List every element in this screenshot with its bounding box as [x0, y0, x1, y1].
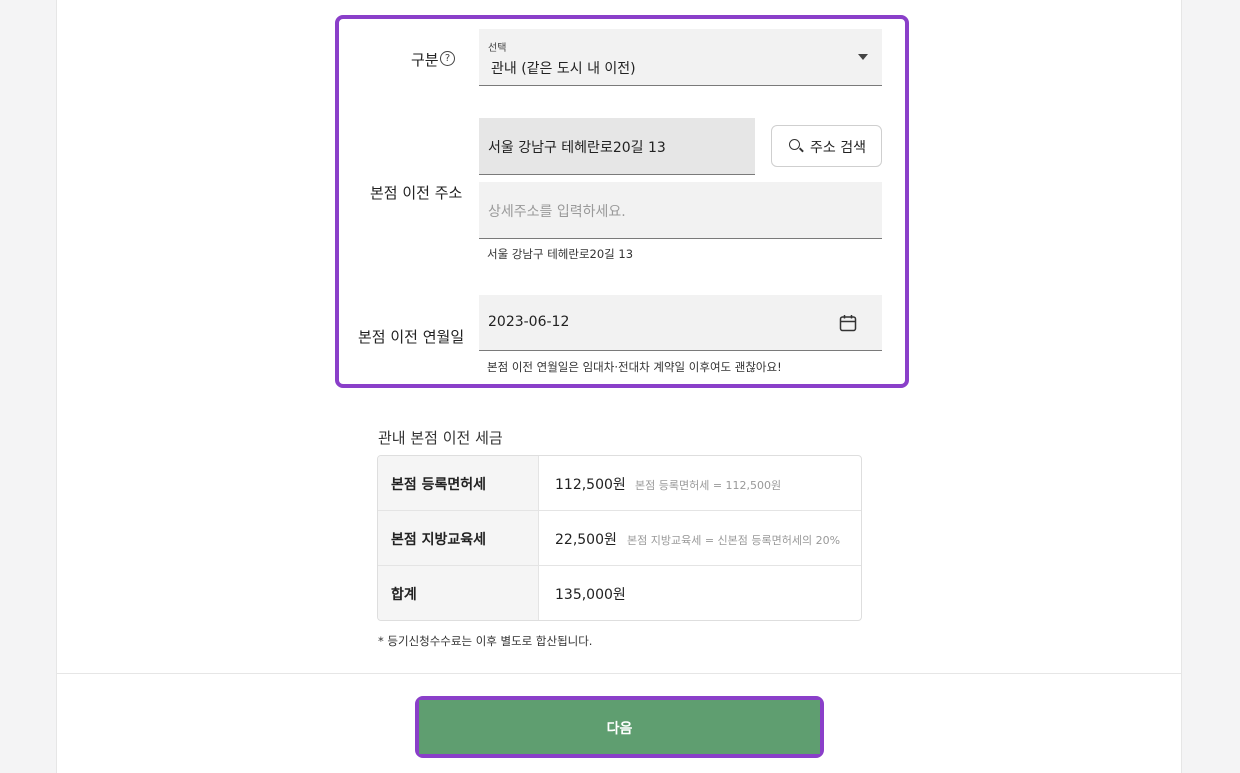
row-header-label: 본점 지방교육세: [391, 532, 487, 548]
select-value: 관내 (같은 도시 내 이전): [491, 61, 636, 77]
footnote: * 등기신청수수료는 이후 별도로 합산됩니다.: [378, 634, 593, 648]
detail-address-input[interactable]: 상세주소를 입력하세요.: [479, 182, 882, 239]
address-helper-text: 서울 강남구 테헤란로20길 13: [487, 247, 634, 261]
row-amount: 112,500원: [555, 477, 626, 493]
search-icon: [789, 139, 800, 150]
caret-down-icon: [858, 54, 868, 60]
row-header: 본점 지방교육세: [378, 511, 539, 565]
select-small-label: 선택: [488, 43, 507, 54]
tax-table: 본점 등록면허세 112,500원 본점 등록면허세 = 112,500원 본점…: [377, 455, 862, 621]
address-search-button[interactable]: 주소 검색: [771, 125, 882, 167]
row-amount: 22,500원: [555, 532, 617, 548]
category-select[interactable]: 선택 관내 (같은 도시 내 이전): [479, 29, 882, 86]
date-label: 본점 이전 연월일: [358, 328, 465, 346]
row-amount: 135,000원: [555, 587, 626, 603]
search-button-label: 주소 검색: [810, 140, 866, 156]
date-input[interactable]: 2023-06-12: [479, 295, 882, 351]
date-helper-text: 본점 이전 연월일은 임대차·전대차 계약일 이후여도 괜찮아요!: [487, 360, 782, 374]
row-header: 본점 등록면허세: [378, 456, 539, 510]
next-button[interactable]: 다음: [419, 700, 820, 754]
address-label: 본점 이전 주소: [370, 184, 463, 202]
table-row: 합계 135,000원: [378, 566, 861, 620]
row-header-label: 합계: [391, 587, 417, 603]
calendar-icon[interactable]: [839, 314, 857, 336]
address-input[interactable]: 서울 강남구 테헤란로20길 13: [479, 118, 755, 175]
row-header-label: 본점 등록면허세: [391, 477, 487, 493]
row-note: 본점 등록면허세 = 112,500원: [635, 479, 782, 492]
row-header: 합계: [378, 566, 539, 620]
table-row: 본점 지방교육세 22,500원 본점 지방교육세 = 신본점 등록면허세의 2…: [378, 511, 861, 566]
help-circle-icon[interactable]: ?: [440, 51, 455, 66]
divider: [56, 673, 1182, 674]
tax-section-title: 관내 본점 이전 세금: [378, 429, 503, 447]
address-value: 서울 강남구 테헤란로20길 13: [488, 140, 666, 156]
row-note: 본점 지방교육세 = 신본점 등록면허세의 20%: [627, 534, 841, 547]
detail-address-placeholder: 상세주소를 입력하세요.: [488, 204, 626, 220]
table-row: 본점 등록면허세 112,500원 본점 등록면허세 = 112,500원: [378, 456, 861, 511]
next-button-label: 다음: [606, 721, 633, 737]
category-label: 구분: [411, 51, 439, 69]
date-value: 2023-06-12: [488, 314, 570, 330]
